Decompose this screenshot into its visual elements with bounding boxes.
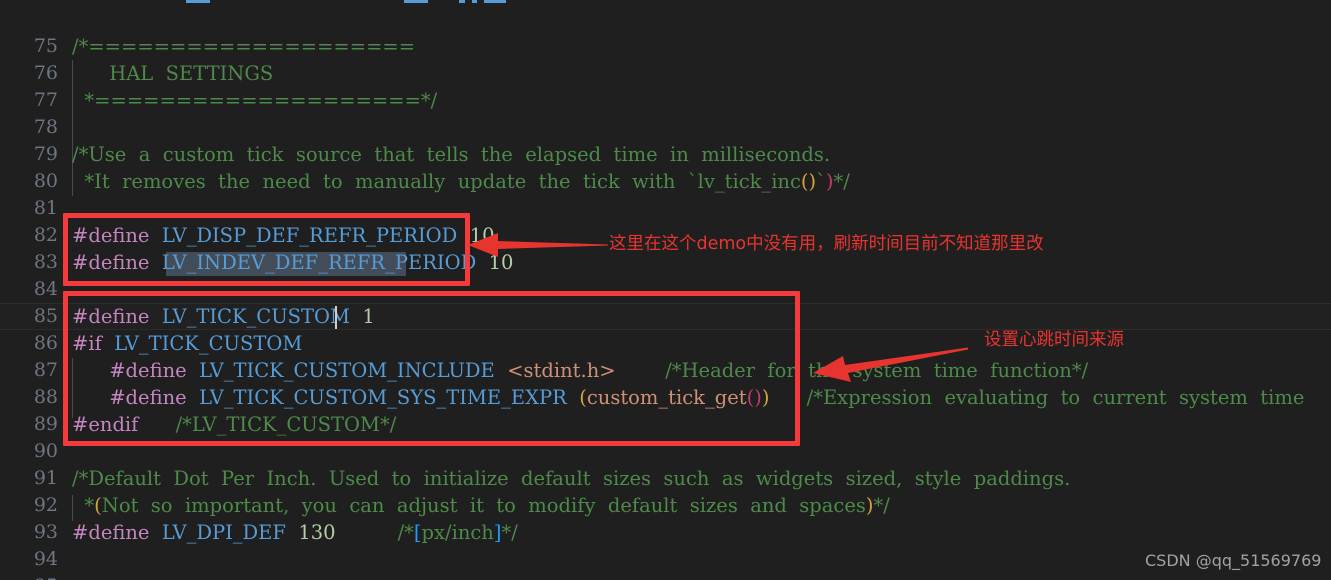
comment-token: Not so important, you can adjust it to m…: [101, 494, 866, 517]
line-74-fragment: [484, 0, 506, 3]
line-74-fragment: [459, 0, 465, 3]
comment-token: */: [833, 170, 850, 193]
number-token: 130: [298, 521, 336, 544]
code-text[interactable]: #if LV_TICK_CUSTOM: [72, 330, 302, 357]
code-text[interactable]: /*====================: [72, 33, 415, 60]
number-token: 10: [488, 251, 514, 274]
macro-name-token: LV_TICK_CUSTOM: [114, 332, 303, 355]
comment-token: *: [72, 494, 95, 517]
preprocessor-token: #define: [72, 305, 150, 328]
macro-name-token: LV_TICK_CUSTOM_SYS_TIME_EXPR: [199, 386, 567, 409]
code-text[interactable]: /*Default Dot Per Inch. Used to initiali…: [72, 465, 1070, 492]
line-74-fragment: [472, 0, 477, 3]
code-text[interactable]: #define LV_TICK_CUSTOM_INCLUDE <stdint.h…: [72, 357, 1088, 384]
macro-name-token: LV_INDEV_DEF_REFR_PERIOD: [161, 251, 477, 274]
comment-token: /*: [397, 521, 414, 544]
text-cursor: [335, 306, 337, 329]
comment-token: /*Expression evaluating to current syste…: [806, 386, 1305, 409]
number-token: 1: [362, 305, 375, 328]
line-number: 95: [0, 573, 58, 580]
code-text[interactable]: *(Not so important, you can adjust it to…: [72, 492, 890, 519]
macro-name-token: LV_TICK_CUSTOM: [161, 305, 350, 328]
paren-token: ): [825, 170, 834, 193]
preprocessor-token: #define: [72, 224, 150, 247]
code-text[interactable]: #define LV_TICK_CUSTOM_SYS_TIME_EXPR (cu…: [72, 384, 1304, 411]
comment-token: /*LV_TICK_CUSTOM*/: [175, 413, 397, 436]
code-text[interactable]: *====================*/: [72, 87, 437, 114]
code-editor-screenshot: 75 76 /*==================== 77 HAL SETT…: [0, 0, 1331, 580]
comment-token: /*Header for the system time function*/: [665, 359, 1089, 382]
code-text[interactable]: HAL SETTINGS: [72, 60, 273, 87]
code-text[interactable]: #define LV_INDEV_DEF_REFR_PERIOD 10: [72, 249, 513, 276]
code-text[interactable]: #define LV_DPI_DEF 130 /*[px/inch]*/: [72, 519, 518, 546]
number-token: 10: [469, 224, 495, 247]
macro-name-token: LV_DISP_DEF_REFR_PERIOD: [161, 224, 458, 247]
code-text[interactable]: #endif /*LV_TICK_CUSTOM*/: [72, 411, 396, 438]
preprocessor-token: #if: [72, 332, 102, 355]
comment-token: px/inch: [421, 521, 494, 544]
paren-token: ): [808, 170, 817, 193]
comment-token: *It removes the need to manually update …: [72, 170, 801, 193]
paren-token: (: [94, 494, 102, 517]
preprocessor-token: #endif: [72, 413, 139, 436]
preprocessor-token: #define: [109, 386, 187, 409]
paren-token: (: [800, 170, 809, 193]
paren-token: (: [579, 386, 587, 409]
code-surface[interactable]: 75 76 /*==================== 77 HAL SETT…: [0, 0, 1331, 580]
macro-name-token: LV_DPI_DEF: [161, 521, 286, 544]
code-text[interactable]: /*Use a custom tick source that tells th…: [72, 141, 830, 168]
macro-name-token: LV_TICK_CUSTOM_INCLUDE: [199, 359, 495, 382]
code-text[interactable]: *It removes the need to manually update …: [72, 168, 850, 195]
comment-token: */: [501, 521, 518, 544]
line-74-fragment: [186, 0, 210, 3]
include-path-token: <stdint.h>: [507, 359, 616, 382]
preprocessor-token: #define: [72, 251, 150, 274]
paren-token: ): [761, 386, 770, 409]
code-text[interactable]: #define LV_TICK_CUSTOM 1: [72, 303, 375, 330]
paren-token: ): [754, 386, 762, 409]
preprocessor-token: #define: [72, 521, 150, 544]
bracket-token: [: [413, 521, 422, 544]
preprocessor-token: #define: [109, 359, 187, 382]
code-text[interactable]: #define LV_DISP_DEF_REFR_PERIOD 10: [72, 222, 495, 249]
line-74-fragment: [404, 0, 428, 3]
comment-token: `: [816, 170, 826, 193]
comment-token: */: [873, 494, 890, 517]
function-token: custom_tick_get: [586, 386, 747, 409]
